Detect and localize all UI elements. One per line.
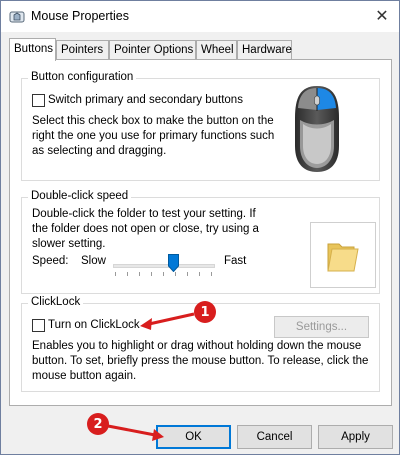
switch-buttons-checkbox[interactable] [32,94,45,107]
close-icon: ✕ [375,8,389,25]
annotation-arrow-2 [107,424,156,437]
double-click-test-area[interactable] [310,222,376,288]
ok-button[interactable]: OK [156,425,231,449]
tab-pointers[interactable]: Pointers [56,40,109,60]
double-click-speed-thumb[interactable] [168,254,179,272]
clicklock-label[interactable]: Turn on ClickLock [48,319,140,331]
mouse-icon [9,11,25,23]
clicklock-settings-button[interactable]: Settings... [274,316,369,338]
callout-badge-1: 1 [194,301,216,323]
apply-button[interactable]: Apply [318,425,393,449]
tab-pointer-options[interactable]: Pointer Options [109,40,196,60]
double-click-description: Double-click the folder to test your set… [32,208,259,250]
mouse-properties-window: Mouse Properties ✕ Buttons Pointers Poin… [0,0,400,455]
button-configuration-legend: Button configuration [28,71,137,83]
slow-label: Slow [81,255,106,267]
title-bar[interactable]: Mouse Properties ✕ [1,1,399,32]
slider-tick [211,272,212,276]
button-configuration-description: Select this check box to make the button… [32,115,275,157]
fast-label: Fast [224,255,247,267]
clicklock-description: Enables you to highlight or drag without… [32,340,369,382]
slider-tick [151,272,152,276]
double-click-speed-track[interactable] [113,264,215,268]
tab-buttons[interactable]: Buttons [9,38,56,61]
tab-hardware[interactable]: Hardware [237,40,292,60]
slider-tick [115,272,116,276]
switch-buttons-label[interactable]: Switch primary and secondary buttons [48,94,243,106]
tab-wheel[interactable]: Wheel [196,40,237,60]
callout-badge-2: 2 [87,413,109,435]
slider-tick [127,272,128,276]
clicklock-legend: ClickLock [28,296,84,308]
cancel-button[interactable]: Cancel [237,425,312,449]
slider-tick [163,272,164,276]
mouse-image [295,86,339,172]
slider-tick [187,272,188,276]
double-click-speed-legend: Double-click speed [28,190,132,202]
window-title: Mouse Properties [31,9,129,23]
slider-tick [199,272,200,276]
slider-tick [175,272,176,276]
close-button[interactable]: ✕ [368,5,396,27]
folder-icon[interactable] [324,237,362,275]
speed-label: Speed: [32,255,69,267]
clicklock-checkbox[interactable] [32,319,45,332]
slider-tick [139,272,140,276]
